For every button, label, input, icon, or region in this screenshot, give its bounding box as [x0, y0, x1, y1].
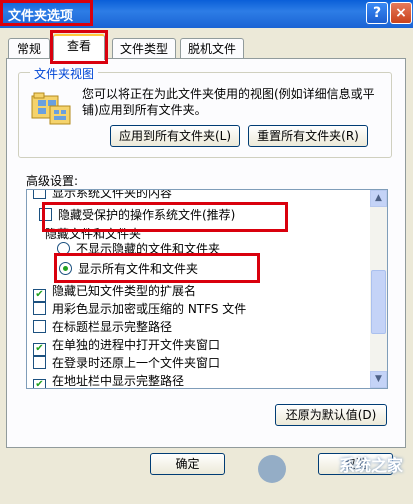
- scroll-down-icon[interactable]: ▼: [370, 371, 387, 388]
- folder-views-description: 您可以将正在为此文件夹使用的视图(例如详细信息或平铺)应用到所有文件夹。: [82, 87, 375, 117]
- apply-to-all-folders-button[interactable]: 应用到所有文件夹(L): [110, 125, 240, 147]
- scroll-thumb[interactable]: [371, 270, 386, 334]
- list-item[interactable]: 在登录时还原上一个文件夹窗口: [33, 354, 220, 372]
- title-highlight-box: [0, 0, 93, 26]
- ok-button[interactable]: 确定: [150, 453, 225, 475]
- list-item[interactable]: ✔ 在地址栏中显示完整路径: [33, 372, 184, 388]
- checkbox[interactable]: [33, 320, 46, 333]
- folder-views-icon: [31, 92, 71, 125]
- close-button[interactable]: ×: [390, 2, 412, 24]
- list-item[interactable]: 在标题栏显示完整路径: [33, 318, 172, 336]
- restore-defaults-button[interactable]: 还原为默认值(D): [275, 404, 387, 426]
- folder-views-group-title: 文件夹视图: [30, 65, 99, 82]
- scroll-up-icon[interactable]: ▲: [370, 190, 387, 207]
- tab-file-types[interactable]: 文件类型: [112, 38, 176, 58]
- checkbox[interactable]: [33, 190, 46, 199]
- checkbox[interactable]: [33, 356, 46, 369]
- checkbox[interactable]: [33, 302, 46, 315]
- show-all-files-highlight-box: [54, 253, 260, 283]
- list-item[interactable]: 显示系统文件夹的内容: [33, 190, 172, 202]
- list-item[interactable]: ✔ 隐藏已知文件类型的扩展名: [33, 282, 196, 302]
- help-button[interactable]: ?: [366, 2, 388, 24]
- watermark-logo: [258, 455, 286, 483]
- checkbox[interactable]: ✔: [33, 379, 46, 388]
- list-item[interactable]: 用彩色显示加密或压缩的 NTFS 文件: [33, 300, 246, 318]
- tab-general[interactable]: 常规: [8, 38, 50, 58]
- list-item[interactable]: ✔ 在单独的进程中打开文件夹窗口: [33, 336, 220, 356]
- reset-all-folders-button[interactable]: 重置所有文件夹(R): [248, 125, 368, 147]
- tab-offline-files[interactable]: 脱机文件: [180, 38, 244, 58]
- protected-files-highlight-box: [42, 202, 288, 232]
- list-scrollbar[interactable]: ▲ ▼: [370, 190, 387, 388]
- watermark-text: 系统之家: [338, 456, 403, 475]
- tab-highlight-box: [50, 30, 108, 64]
- advanced-settings-label: 高级设置:: [26, 174, 79, 188]
